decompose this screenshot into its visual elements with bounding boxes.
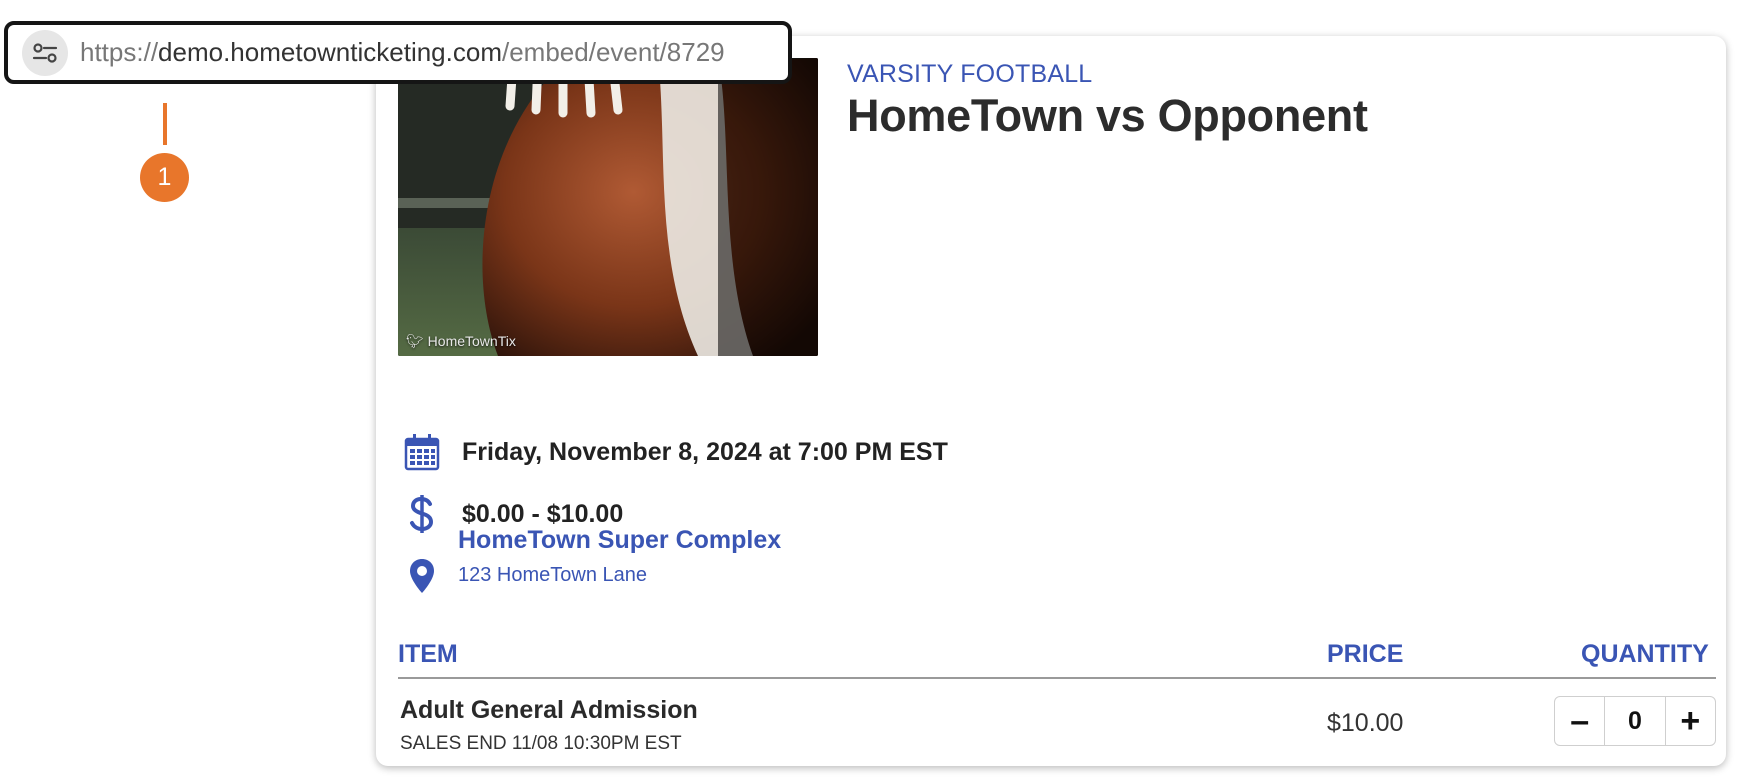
increment-button[interactable]: + (1666, 697, 1715, 745)
football-photo (398, 58, 818, 356)
calendar-icon (402, 432, 442, 472)
url-path: /embed/event/8729 (502, 37, 725, 67)
callout-badge: 1 (140, 153, 189, 202)
dollar-icon (402, 494, 442, 534)
url-bar[interactable]: https://demo.hometownticketing.com/embed… (4, 21, 792, 84)
quantity-stepper: – 0 + (1554, 696, 1716, 746)
image-credit: 🐦︎ HomeTownTix (406, 333, 516, 350)
callout-connector (163, 103, 167, 145)
map-pin-icon (402, 556, 442, 596)
ticket-sales-end: SALES END 11/08 10:30PM EST (400, 733, 682, 754)
ticket-price: $10.00 (1327, 709, 1404, 737)
event-image: 🐦︎ HomeTownTix (398, 58, 818, 356)
url-host: demo.hometownticketing.com (158, 37, 502, 67)
site-settings-button[interactable] (22, 29, 68, 76)
venue-address: 123 HomeTown Lane (458, 564, 648, 586)
event-title: HomeTown vs Opponent (847, 90, 1368, 141)
event-category: VARSITY FOOTBALL (847, 60, 1093, 88)
event-card: 🐦︎ HomeTownTix VARSITY FOOTBALL HomeTown… (376, 36, 1726, 766)
event-date-row: Friday, November 8, 2024 at 7:00 PM EST (402, 432, 948, 472)
twitter-bird-icon: 🐦︎ (406, 333, 424, 349)
column-header-quantity: QUANTITY (1581, 640, 1709, 668)
quantity-value[interactable]: 0 (1604, 697, 1666, 745)
tune-icon (32, 42, 58, 63)
url-text[interactable]: https://demo.hometownticketing.com/embed… (80, 37, 725, 68)
event-datetime: Friday, November 8, 2024 at 7:00 PM EST (462, 437, 948, 466)
image-credit-label: HomeTownTix (427, 333, 516, 349)
venue-link[interactable]: HomeTown Super Complex (458, 526, 781, 555)
url-scheme: https:// (80, 37, 159, 67)
ticket-name: Adult General Admission (400, 696, 698, 724)
event-price-range: $0.00 - $10.00 (462, 499, 624, 528)
decrement-button[interactable]: – (1555, 697, 1604, 745)
event-location-row (402, 556, 442, 596)
column-header-item: ITEM (398, 640, 458, 668)
column-header-price: PRICE (1327, 640, 1404, 668)
header-divider (398, 677, 1716, 679)
